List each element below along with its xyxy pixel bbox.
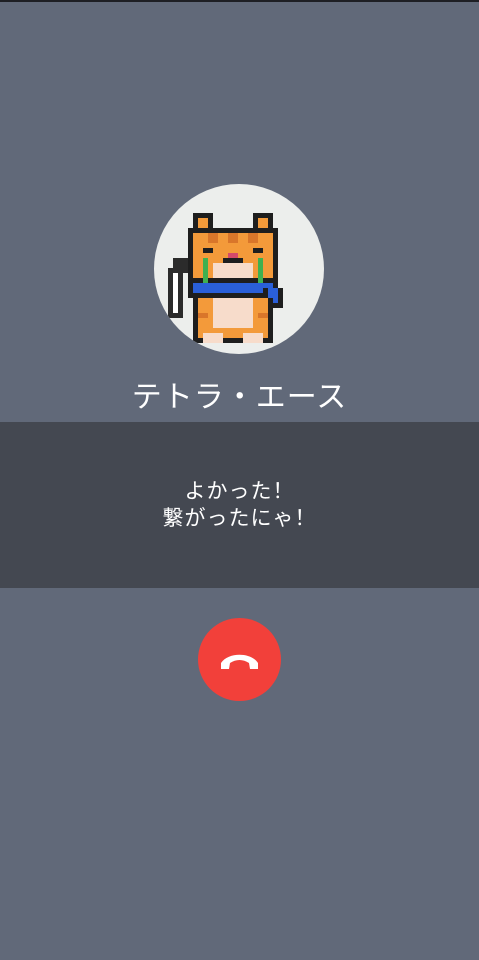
call-message: よかった！ 繋がったにゃ！ — [0, 478, 479, 532]
top-edge-bar — [0, 0, 479, 2]
call-message-line-2: 繋がったにゃ！ — [162, 506, 317, 530]
phone-hangup-icon — [221, 654, 258, 669]
pixel-cat-avatar-icon — [168, 213, 283, 343]
message-panel: よかった！ 繋がったにゃ！ — [0, 422, 479, 588]
end-call-button[interactable] — [198, 618, 281, 701]
caller-avatar — [154, 184, 324, 354]
call-message-line-1: よかった！ — [184, 479, 295, 503]
caller-name: テトラ・エース — [131, 380, 348, 415]
